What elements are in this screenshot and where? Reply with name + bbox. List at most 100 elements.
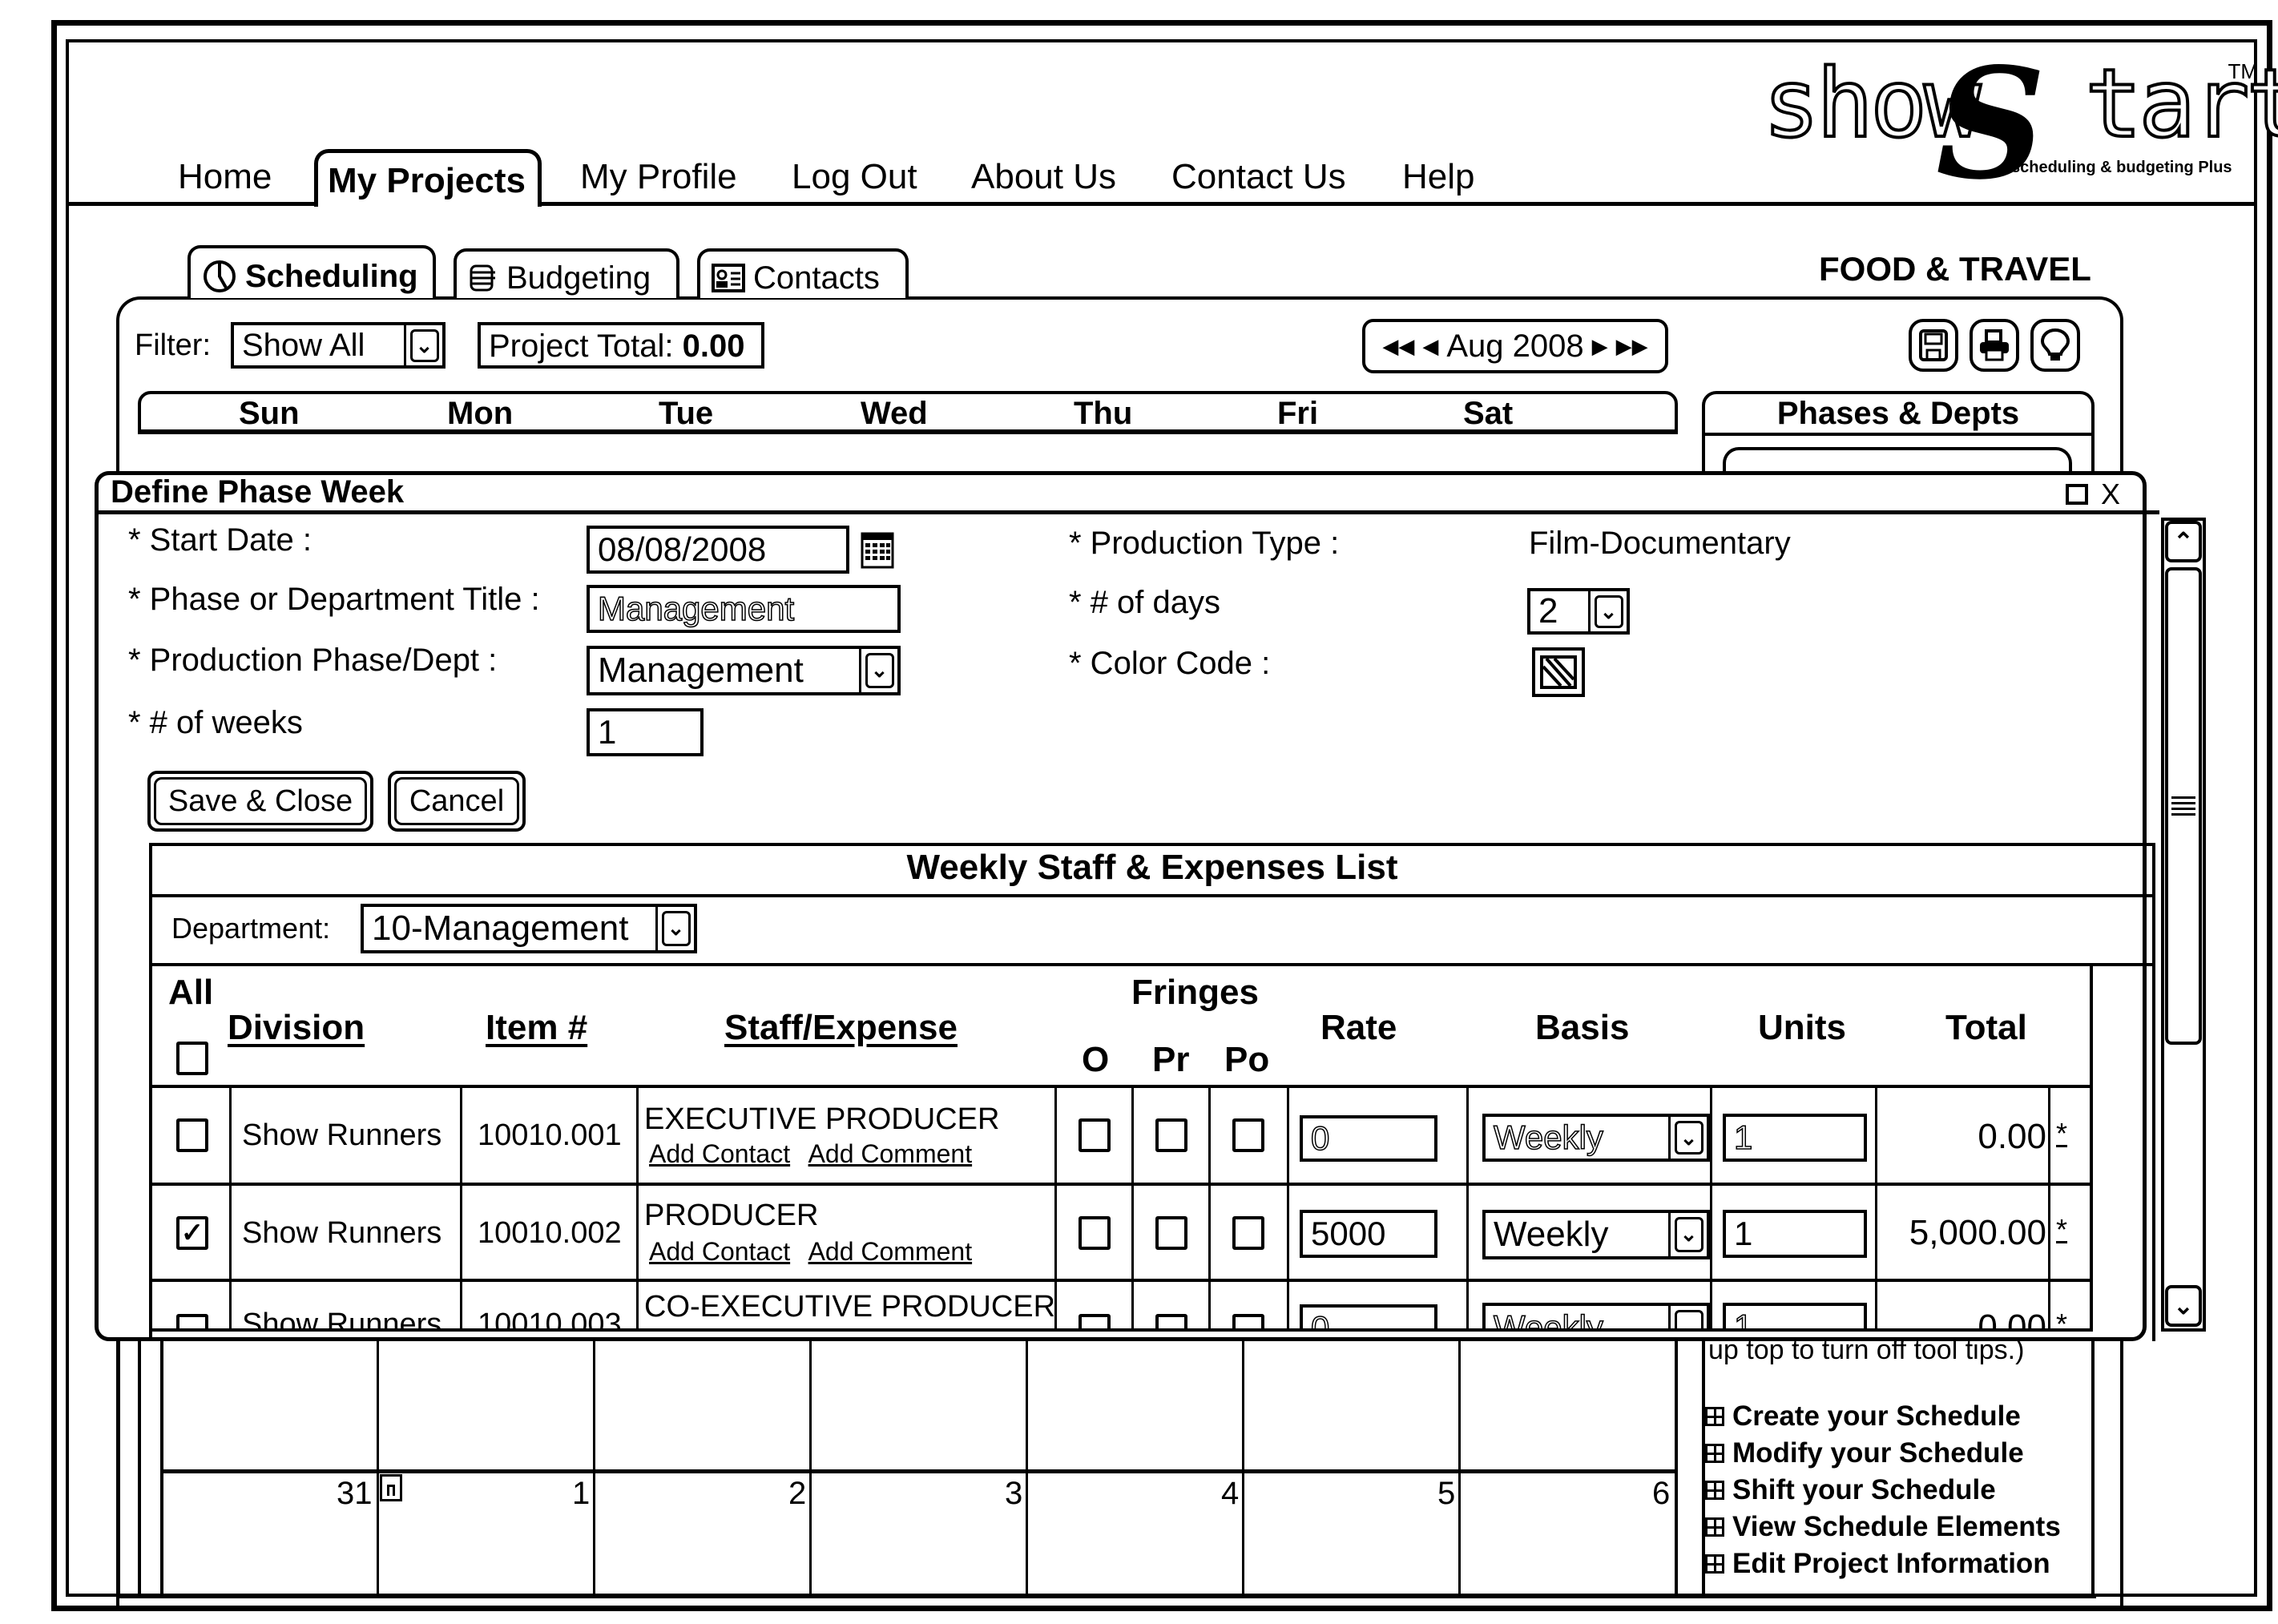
nav-contact-us[interactable]: Contact Us <box>1171 157 1346 197</box>
fringe-pr-checkbox[interactable] <box>1155 1118 1187 1152</box>
scroll-up-button[interactable]: ⌃ <box>2165 521 2202 562</box>
fringe-po-checkbox[interactable] <box>1232 1118 1264 1152</box>
prev-year-icon[interactable]: ◀◀ <box>1382 334 1414 359</box>
lightbulb-icon <box>2040 328 2070 361</box>
prev-month-icon[interactable]: ◀ <box>1422 334 1438 359</box>
calendar-date[interactable]: 3 <box>1005 1476 1022 1512</box>
tab-contacts[interactable]: Contacts <box>697 248 909 298</box>
nav-log-out[interactable]: Log Out <box>792 157 917 197</box>
row-select-checkbox[interactable]: ✓ <box>176 1216 208 1250</box>
calendar-picker-icon[interactable] <box>861 532 894 569</box>
units-input[interactable]: 1 <box>1723 1303 1867 1328</box>
row-select-checkbox[interactable] <box>176 1118 208 1152</box>
add-comment-link[interactable]: Add Comment <box>808 1139 973 1168</box>
header-fringe-pr: Pr <box>1152 1040 1190 1079</box>
expand-icon <box>1705 1517 1724 1537</box>
rate-input[interactable]: 5000 <box>1300 1210 1437 1258</box>
row-detail-link[interactable]: * <box>2056 1213 2067 1247</box>
row-detail-link[interactable]: * <box>2056 1308 2067 1328</box>
next-year-icon[interactable]: ▶▶ <box>1616 334 1648 359</box>
fringe-po-checkbox[interactable] <box>1232 1314 1264 1328</box>
chevron-down-icon: ⌄ <box>1594 594 1623 628</box>
calendar-date[interactable]: 2 <box>788 1476 806 1512</box>
basis-select[interactable]: Weekly ⌄ <box>1482 1114 1710 1162</box>
nav-about-us[interactable]: About Us <box>971 157 1116 197</box>
department-select[interactable]: 10-Management ⌄ <box>361 904 697 953</box>
day-note-icon[interactable] <box>380 1474 402 1501</box>
print-button[interactable] <box>1970 319 2019 372</box>
basis-dropdown-button[interactable]: ⌄ <box>1668 1213 1707 1256</box>
phase-title-input[interactable]: Management <box>587 585 901 633</box>
scroll-down-button[interactable]: ⌄ <box>2165 1285 2202 1327</box>
weeks-label: * # of weeks <box>128 705 303 740</box>
rate-input[interactable]: 0 <box>1300 1115 1437 1162</box>
header-division[interactable]: Division <box>228 1008 365 1048</box>
tab-scheduling-label: Scheduling <box>245 258 418 294</box>
basis-select[interactable]: Weekly ⌄ <box>1482 1303 1710 1328</box>
calendar-date[interactable]: 4 <box>1221 1476 1239 1512</box>
tab-scheduling[interactable]: Scheduling <box>187 245 436 298</box>
help-view-elements[interactable]: View Schedule Elements <box>1705 1509 2061 1545</box>
add-comment-link[interactable]: Add Comment <box>808 1237 973 1266</box>
basis-dropdown-button[interactable]: ⌄ <box>1668 1306 1707 1328</box>
basis-dropdown-button[interactable]: ⌄ <box>1668 1117 1707 1159</box>
close-icon[interactable]: X <box>2101 478 2120 511</box>
units-input[interactable]: 1 <box>1723 1114 1867 1162</box>
cancel-label: Cancel <box>394 777 519 825</box>
phase-dept-dropdown-button[interactable]: ⌄ <box>859 649 897 692</box>
next-month-icon[interactable]: ▶ <box>1592 334 1608 359</box>
fringe-po-checkbox[interactable] <box>1232 1216 1264 1250</box>
basis-select[interactable]: Weekly ⌄ <box>1482 1210 1710 1259</box>
help-modify-schedule[interactable]: Modify your Schedule <box>1705 1435 2061 1472</box>
rate-input[interactable]: 0 <box>1300 1304 1437 1328</box>
row-total: 5,000.00 <box>1909 1213 2046 1252</box>
cancel-button[interactable]: Cancel <box>388 771 526 832</box>
maximize-icon[interactable] <box>2066 484 2088 505</box>
add-contact-link[interactable]: Add Contact <box>649 1139 790 1168</box>
help-create-schedule[interactable]: Create your Schedule <box>1705 1398 2061 1435</box>
fringe-pr-checkbox[interactable] <box>1155 1216 1187 1250</box>
nav-help[interactable]: Help <box>1402 157 1475 197</box>
help-item-label: Shift your Schedule <box>1732 1474 1996 1505</box>
header-staff-expense[interactable]: Staff/Expense <box>724 1008 958 1048</box>
phase-dept-select[interactable]: Management ⌄ <box>587 646 901 695</box>
basis-value: Weekly <box>1494 1215 1609 1254</box>
calendar-date[interactable]: 5 <box>1437 1476 1455 1512</box>
fringe-o-checkbox[interactable] <box>1079 1216 1111 1250</box>
showstarter-logo: show tarter S TM scheduling & budgeting … <box>1761 48 2278 200</box>
header-item-number[interactable]: Item # <box>486 1008 587 1048</box>
row-select-checkbox[interactable] <box>176 1314 208 1328</box>
help-shift-schedule[interactable]: Shift your Schedule <box>1705 1472 2061 1509</box>
row-division: Show Runners <box>242 1216 442 1250</box>
save-close-button[interactable]: Save & Close <box>147 771 373 832</box>
units-input[interactable]: 1 <box>1723 1210 1867 1258</box>
nav-my-projects[interactable]: My Projects <box>314 149 542 207</box>
days-dropdown-button[interactable]: ⌄ <box>1588 591 1627 631</box>
save-button[interactable] <box>1909 319 1958 372</box>
add-contact-link[interactable]: Add Contact <box>649 1237 790 1266</box>
fringe-o-checkbox[interactable] <box>1079 1118 1111 1152</box>
calendar-date[interactable]: 6 <box>1652 1476 1670 1512</box>
help-edit-project[interactable]: Edit Project Information <box>1705 1545 2061 1582</box>
nav-my-profile[interactable]: My Profile <box>580 157 737 197</box>
tips-button[interactable] <box>2030 319 2080 372</box>
department-dropdown-button[interactable]: ⌄ <box>655 907 694 950</box>
tab-budgeting[interactable]: Budgeting <box>454 248 679 298</box>
nav-home[interactable]: Home <box>178 157 272 197</box>
fringe-pr-checkbox[interactable] <box>1155 1314 1187 1328</box>
row-detail-link[interactable]: * <box>2056 1117 2067 1151</box>
select-all-checkbox[interactable] <box>176 1042 208 1075</box>
month-navigator: ◀◀ ◀ Aug 2008 ▶ ▶▶ <box>1362 319 1668 373</box>
calendar-border-left-outer <box>117 1341 120 1598</box>
calendar-date[interactable]: 31 <box>337 1476 373 1512</box>
weeks-input[interactable]: 1 <box>587 708 704 756</box>
days-select[interactable]: 2 ⌄ <box>1527 588 1630 635</box>
list-title-divider <box>149 894 2155 897</box>
fringe-o-checkbox[interactable] <box>1079 1314 1111 1328</box>
filter-dropdown-button[interactable]: ⌄ <box>404 325 442 365</box>
calendar-date[interactable]: 1 <box>572 1476 590 1512</box>
scroll-thumb[interactable] <box>2165 567 2202 1045</box>
filter-select[interactable]: Show All ⌄ <box>231 322 446 369</box>
color-code-picker[interactable] <box>1532 647 1585 697</box>
start-date-input[interactable]: 08/08/2008 <box>587 526 849 574</box>
